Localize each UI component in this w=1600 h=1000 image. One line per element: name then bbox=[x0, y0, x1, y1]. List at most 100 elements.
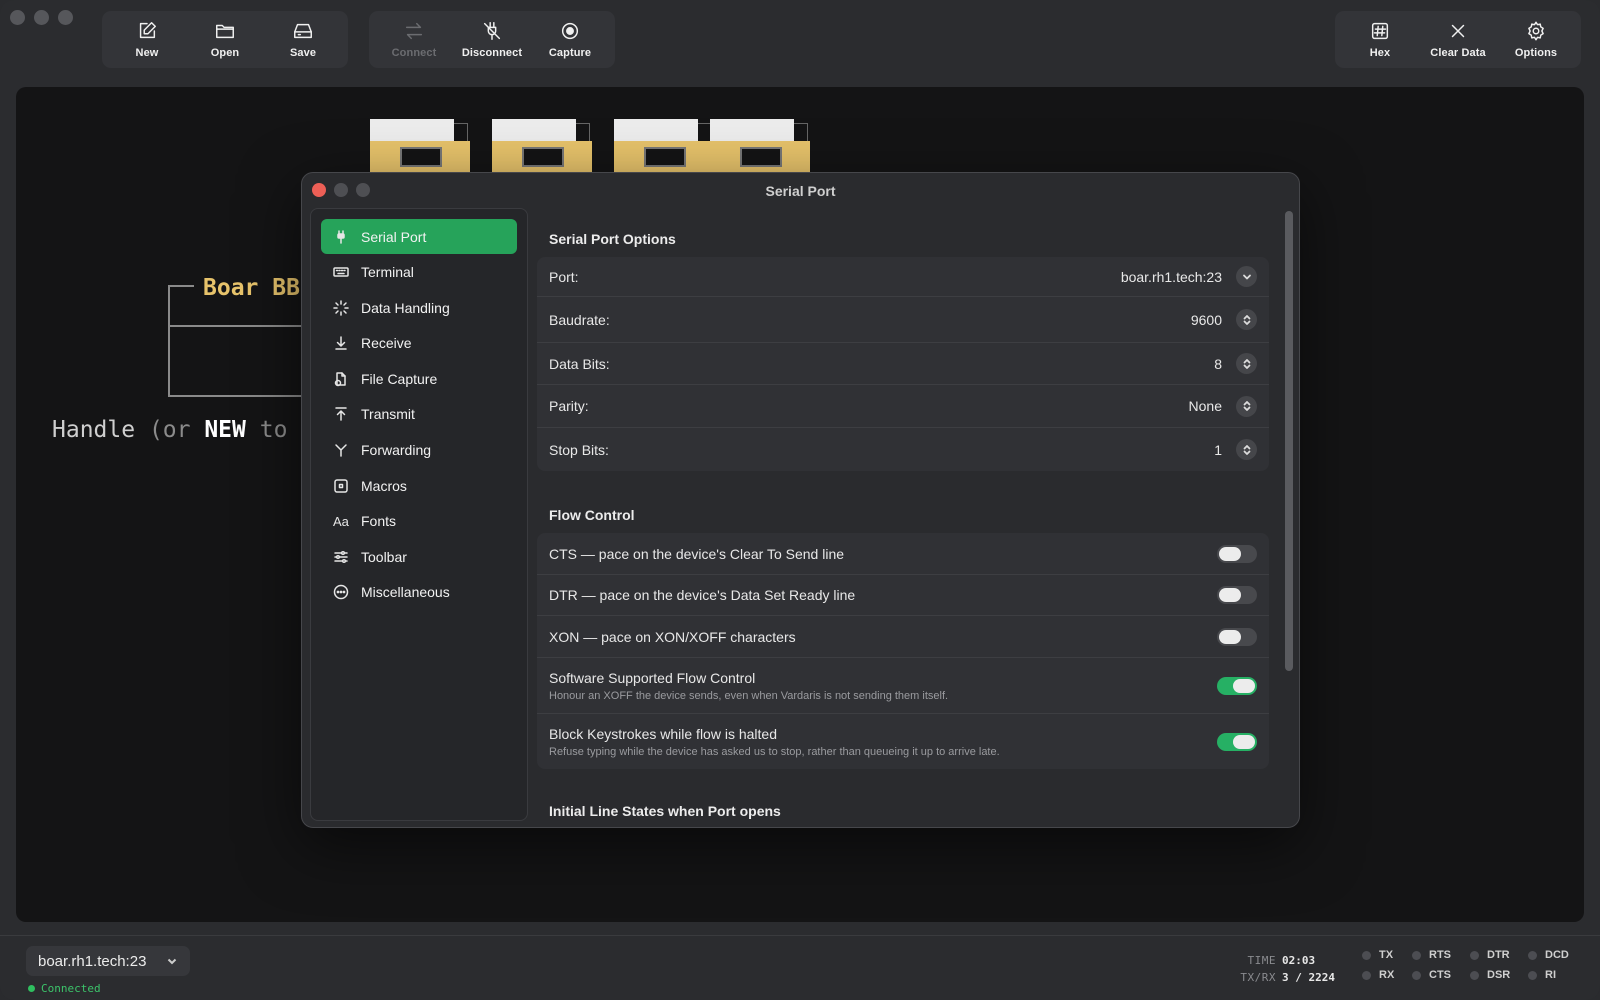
serial-options-heading: Serial Port Options bbox=[549, 231, 676, 247]
port-row: Port: boar.rh1.tech:23 bbox=[537, 257, 1269, 297]
sidebar-item-data-handling[interactable]: Data Handling bbox=[321, 290, 517, 325]
port-dropdown[interactable] bbox=[1236, 266, 1257, 287]
line-indicator-ri: RI bbox=[1528, 969, 1588, 981]
sidebar-item-receive[interactable]: Receive bbox=[321, 326, 517, 361]
hex-button[interactable]: Hex bbox=[1341, 11, 1419, 68]
dialog-title: Serial Port bbox=[765, 183, 836, 199]
command-key-icon bbox=[334, 478, 348, 493]
port-label: Port: bbox=[549, 268, 579, 285]
block-keystrokes-toggle[interactable] bbox=[1217, 732, 1257, 751]
terminal-ascii-logo bbox=[354, 119, 814, 175]
software-flow-description: Honour an XOFF the device sends, even wh… bbox=[549, 689, 949, 702]
options-button[interactable]: Options bbox=[1497, 11, 1575, 68]
stop-bits-stepper[interactable] bbox=[1236, 439, 1257, 460]
flow-control-heading: Flow Control bbox=[549, 507, 635, 523]
baudrate-label: Baudrate: bbox=[549, 311, 610, 328]
open-button[interactable]: Open bbox=[186, 11, 264, 68]
drive-icon bbox=[294, 23, 312, 39]
dtr-led-icon bbox=[1470, 950, 1479, 960]
rx-led-icon bbox=[1362, 970, 1371, 980]
new-document-icon bbox=[139, 22, 156, 39]
zoom-window-button[interactable] bbox=[58, 10, 73, 25]
terminal-new-text: NEW bbox=[204, 417, 246, 443]
baudrate-row: Baudrate: 9600 bbox=[537, 297, 1269, 343]
terminal-or-text: (or bbox=[148, 417, 205, 443]
save-button[interactable]: Save bbox=[264, 11, 342, 68]
fork-icon bbox=[335, 444, 347, 457]
sidebar-item-file-capture[interactable]: File Capture bbox=[321, 361, 517, 396]
block-keystrokes-description: Refuse typing while the device has asked… bbox=[549, 745, 1000, 758]
parity-value: None bbox=[1188, 398, 1222, 414]
close-window-button[interactable] bbox=[10, 10, 25, 25]
window-controls bbox=[10, 10, 73, 25]
cts-led-icon bbox=[1412, 970, 1421, 980]
data-bits-stepper[interactable] bbox=[1236, 353, 1257, 374]
settings-scrollbar[interactable] bbox=[1285, 211, 1293, 671]
up-down-chevron-icon bbox=[1243, 314, 1250, 325]
connect-button[interactable]: Connect bbox=[375, 11, 453, 68]
connected-dot-icon bbox=[28, 985, 35, 992]
terminal-prompt-line: Handle (or NEW to bbox=[52, 417, 287, 443]
baudrate-value: 9600 bbox=[1190, 311, 1222, 328]
hex-label: Hex bbox=[1369, 47, 1391, 59]
sidebar-item-toolbar[interactable]: Toolbar bbox=[321, 539, 517, 574]
minimize-window-button[interactable] bbox=[34, 10, 49, 25]
time-value: 02:03 bbox=[1282, 954, 1316, 967]
sidebar-item-serial-port[interactable]: Serial Port bbox=[321, 219, 517, 254]
stop-bits-value: 1 bbox=[1214, 441, 1222, 458]
parity-label: Parity: bbox=[549, 398, 589, 414]
port-value: boar.rh1.tech:23 bbox=[1120, 268, 1222, 285]
toolbar-connection-group: Connect Disconnect Capture bbox=[369, 11, 615, 68]
dtr-toggle[interactable] bbox=[1217, 586, 1257, 604]
ri-led-icon bbox=[1528, 970, 1537, 980]
stop-bits-row: Stop Bits: 1 bbox=[537, 428, 1269, 471]
settings-sidebar: Serial Port Terminal Data Handling Recei… bbox=[310, 208, 528, 821]
parity-stepper[interactable] bbox=[1236, 395, 1257, 417]
status-bar: boar.rh1.tech:23 Connected TIME 02:03 TX/… bbox=[0, 935, 1600, 1000]
software-flow-toggle[interactable] bbox=[1217, 676, 1257, 695]
software-flow-text: Software Supported Flow Control Honour a… bbox=[549, 670, 948, 702]
hash-icon bbox=[1371, 22, 1389, 40]
disconnect-button[interactable]: Disconnect bbox=[453, 11, 531, 68]
file-capture-icon bbox=[334, 372, 346, 387]
plug-icon bbox=[337, 229, 345, 244]
chevron-down-icon bbox=[167, 958, 177, 965]
x-icon bbox=[1451, 24, 1465, 38]
data-bits-value: 8 bbox=[1214, 355, 1222, 372]
tx-led-icon bbox=[1362, 950, 1371, 960]
xon-toggle[interactable] bbox=[1217, 627, 1257, 646]
clear-data-button[interactable]: Clear Data bbox=[1419, 11, 1497, 68]
sidebar-item-fonts[interactable]: Aa Fonts bbox=[321, 504, 517, 539]
baudrate-stepper[interactable] bbox=[1236, 309, 1257, 330]
sidebar-item-macros[interactable]: Macros bbox=[321, 468, 517, 503]
settings-dialog: Serial Port Serial Port Terminal Data Ha… bbox=[301, 172, 1300, 828]
line-indicator-rts: RTS bbox=[1412, 949, 1470, 961]
session-metrics: TIME 02:03 TX/RX 3 / 2224 bbox=[1236, 952, 1335, 986]
initial-line-states-heading: Initial Line States when Port opens bbox=[549, 803, 781, 819]
connect-label: Connect bbox=[391, 47, 437, 59]
new-button[interactable]: New bbox=[108, 11, 186, 68]
sidebar-item-terminal[interactable]: Terminal bbox=[321, 255, 517, 290]
data-bits-label: Data Bits: bbox=[549, 355, 610, 372]
capture-button[interactable]: Capture bbox=[531, 11, 609, 68]
port-selector-label: boar.rh1.tech:23 bbox=[38, 952, 147, 970]
options-label: Options bbox=[1514, 47, 1558, 59]
flow-control-card: CTS — pace on the device's Clear To Send… bbox=[537, 533, 1269, 769]
cts-toggle[interactable] bbox=[1217, 544, 1257, 563]
gear-icon bbox=[1528, 21, 1544, 41]
connection-status: Connected bbox=[28, 982, 101, 995]
dsr-led-icon bbox=[1470, 970, 1479, 980]
sidebar-item-miscellaneous[interactable]: Miscellaneous bbox=[321, 575, 517, 610]
block-keystrokes-row: Block Keystrokes while flow is halted Re… bbox=[537, 714, 1269, 769]
up-down-chevron-icon bbox=[1243, 358, 1250, 369]
font-icon: Aa bbox=[333, 513, 349, 529]
ellipsis-circle-icon bbox=[333, 585, 349, 600]
toolbar-view-group: Hex Clear Data Options bbox=[1335, 11, 1581, 68]
sidebar-item-forwarding[interactable]: Forwarding bbox=[321, 433, 517, 468]
xon-row: XON — pace on XON/XOFF characters bbox=[537, 616, 1269, 658]
stop-bits-label: Stop Bits: bbox=[549, 441, 609, 458]
port-selector[interactable]: boar.rh1.tech:23 bbox=[26, 946, 190, 976]
keyboard-icon bbox=[333, 267, 349, 277]
disconnect-plug-icon bbox=[483, 22, 501, 40]
sidebar-item-transmit[interactable]: Transmit bbox=[321, 397, 517, 432]
